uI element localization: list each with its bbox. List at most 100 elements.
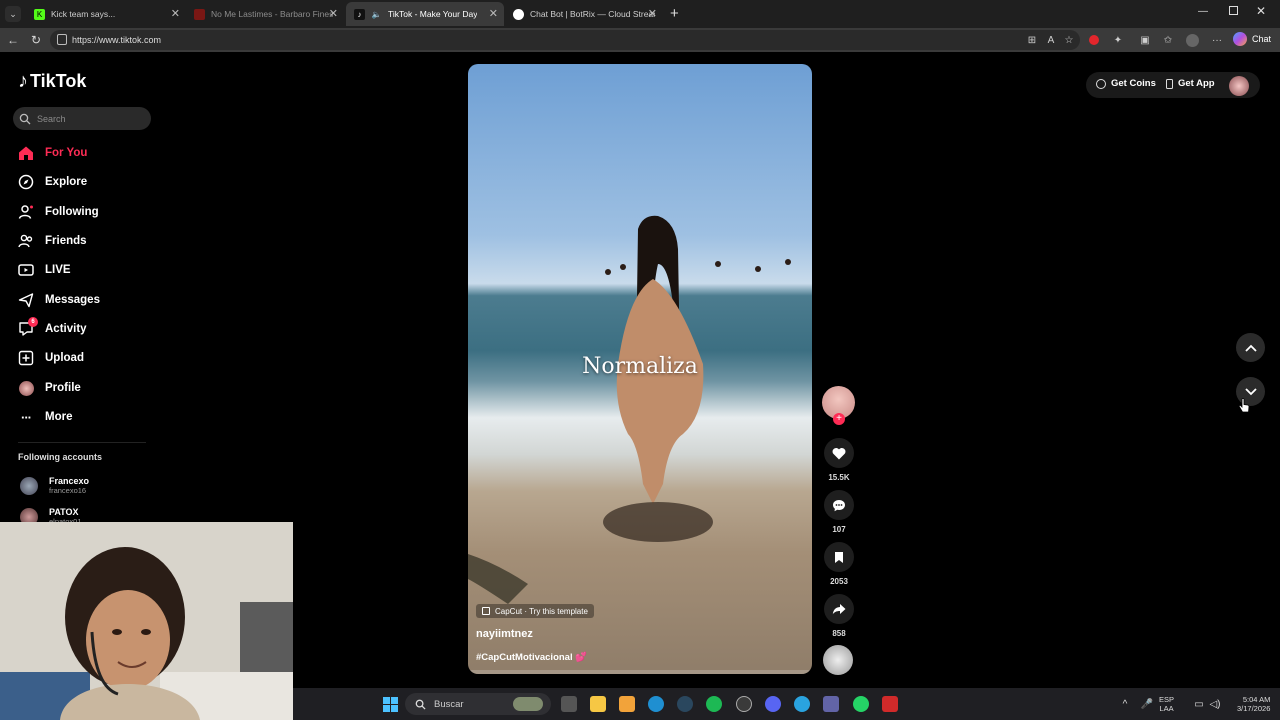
video-caption-overlay: Normaliza <box>582 354 698 379</box>
close-tab-icon[interactable]: ✕ <box>329 7 338 20</box>
close-tab-icon[interactable]: ✕ <box>648 7 657 20</box>
favorite-star-icon[interactable]: ☆ <box>1062 33 1076 47</box>
new-tab-icon[interactable]: + <box>670 5 679 22</box>
clock[interactable]: 5:04 AM 3/17/2026 <box>1237 695 1270 713</box>
red-app-icon[interactable] <box>882 696 898 712</box>
video-hashtag[interactable]: #CapCutMotivacional 💕 <box>476 652 587 663</box>
sidebar-item-following[interactable]: Following <box>18 201 99 223</box>
messages-icon <box>18 292 34 308</box>
split-screen-icon[interactable]: ▣ <box>1138 33 1152 47</box>
sidebar-item-more[interactable]: ··· More <box>18 406 72 428</box>
telegram-icon[interactable] <box>794 696 810 712</box>
tab-youtube[interactable]: No Me Lastimes - Barbaro Fines y ✕ <box>186 2 344 26</box>
file-explorer-icon[interactable] <box>590 696 606 712</box>
sidebar-item-explore[interactable]: Explore <box>18 171 87 193</box>
sidebar-item-friends[interactable]: Friends <box>18 230 87 252</box>
search-input[interactable]: Search <box>13 107 151 130</box>
sidebar-item-profile[interactable]: Profile <box>18 377 81 399</box>
sidebar-item-live[interactable]: LIVE <box>18 259 71 281</box>
steam-icon[interactable] <box>677 696 693 712</box>
language-line-2: LAA <box>1159 704 1174 713</box>
copilot-chat-button[interactable]: Chat <box>1233 32 1271 46</box>
microphone-icon[interactable]: 🎤 <box>1139 696 1155 712</box>
botrix-favicon-icon <box>513 8 524 20</box>
more-options-icon[interactable]: ··· <box>1210 33 1224 47</box>
refresh-icon[interactable]: ↻ <box>28 32 44 48</box>
favorites-icon[interactable]: ✩ <box>1161 33 1175 47</box>
url-field[interactable]: https://www.tiktok.com <box>50 30 1080 50</box>
tiktok-logo[interactable]: ♪ TikTok <box>18 70 86 93</box>
profile-browser-icon[interactable] <box>1185 33 1199 47</box>
hand-cursor-icon <box>1238 398 1250 413</box>
close-tab-icon[interactable]: ✕ <box>489 7 498 20</box>
capcut-template-link[interactable]: CapCut · Try this template <box>476 604 594 618</box>
like-action[interactable]: 15.5K <box>824 438 854 482</box>
taskbar-search-input[interactable]: Buscar <box>405 693 551 715</box>
browser-tab-strip: ⌄ K Kick team says... ✕ No Me Lastimes -… <box>0 0 1280 28</box>
get-coins-label: Get Coins <box>1111 78 1156 89</box>
video-progress-bar[interactable] <box>468 670 812 674</box>
close-window-icon[interactable]: ✕ <box>1256 4 1266 18</box>
translate-icon[interactable]: A <box>1044 33 1058 47</box>
whatsapp-icon[interactable] <box>853 696 869 712</box>
clock-date: 3/17/2026 <box>1237 704 1271 713</box>
spotify-icon[interactable] <box>706 696 722 712</box>
tab-kick[interactable]: K Kick team says... ✕ <box>26 2 186 26</box>
comment-icon[interactable] <box>824 490 854 520</box>
search-placeholder: Search <box>37 113 66 124</box>
back-icon[interactable]: ← <box>5 32 21 48</box>
task-view-icon[interactable] <box>561 696 577 712</box>
heart-icon[interactable] <box>824 438 854 468</box>
microsoft-store-icon[interactable] <box>619 696 635 712</box>
close-tab-icon[interactable]: ✕ <box>171 7 180 20</box>
obs-icon[interactable] <box>736 696 752 712</box>
extension-red-icon[interactable] <box>1087 33 1101 47</box>
comment-action[interactable]: 107 <box>824 490 854 534</box>
previous-video-button[interactable] <box>1236 333 1265 362</box>
following-accounts-title: Following accounts <box>18 452 103 462</box>
account-name: Francexo <box>49 476 90 486</box>
site-info-icon[interactable] <box>57 34 67 45</box>
network-icon[interactable]: ▭ <box>1191 696 1207 712</box>
logo-text: TikTok <box>30 71 87 91</box>
follow-plus-icon[interactable]: + <box>833 413 845 425</box>
sidebar-item-activity[interactable]: 6 Activity <box>18 317 87 340</box>
comment-count: 107 <box>832 525 846 534</box>
bookmark-icon[interactable] <box>824 542 854 572</box>
windows-start-icon[interactable] <box>382 696 398 712</box>
sidebar-item-label: Explore <box>45 176 88 188</box>
video-player[interactable]: Normaliza CapCut · Try this template nay… <box>468 64 812 674</box>
get-coins-button[interactable]: Get Coins <box>1096 78 1156 89</box>
app-available-icon[interactable]: ⊞ <box>1025 33 1039 47</box>
sound-disc-avatar[interactable] <box>823 645 853 675</box>
sidebar-item-for-you[interactable]: For You <box>18 142 87 164</box>
tab-botrix[interactable]: Chat Bot | BotRix — Cloud Stream ✕ <box>505 2 663 26</box>
minimize-icon[interactable]: — <box>1198 6 1208 17</box>
address-bar-row: ← ↻ https://www.tiktok.com ⊞ A ☆ ✦ ▣ ✩ ·… <box>0 28 1280 52</box>
profile-icon <box>18 380 34 396</box>
account-item-francexo[interactable]: Francexo francexo16 <box>20 476 89 495</box>
search-highlight-icon <box>513 697 543 711</box>
teams-icon[interactable] <box>823 696 839 712</box>
restore-icon[interactable] <box>1229 6 1238 15</box>
url-text: https://www.tiktok.com <box>72 35 162 45</box>
tray-overflow-icon[interactable]: ^ <box>1117 696 1133 712</box>
tab-tiktok[interactable]: ♪ 🔈 TikTok - Make Your Day ✕ <box>346 2 504 26</box>
video-author-username[interactable]: nayiimtnez <box>476 628 533 640</box>
language-indicator[interactable]: ESP LAA <box>1159 695 1174 713</box>
account-handle: francexo16 <box>49 486 87 495</box>
speaker-icon[interactable]: 🔈 <box>371 9 382 20</box>
discord-icon[interactable] <box>765 696 781 712</box>
sidebar-item-upload[interactable]: Upload <box>18 347 84 369</box>
share-icon[interactable] <box>824 594 854 624</box>
get-app-button[interactable]: Get App <box>1166 78 1215 89</box>
extensions-icon[interactable]: ✦ <box>1111 33 1125 47</box>
sidebar-item-label: Activity <box>45 323 87 335</box>
share-action[interactable]: 858 <box>824 594 854 638</box>
edge-browser-icon[interactable] <box>648 696 664 712</box>
tab-list-dropdown-icon[interactable]: ⌄ <box>5 6 21 22</box>
save-action[interactable]: 2053 <box>824 542 854 586</box>
volume-icon[interactable]: ◁) <box>1207 696 1223 712</box>
user-avatar[interactable] <box>1229 76 1249 96</box>
sidebar-item-messages[interactable]: Messages <box>18 289 100 311</box>
